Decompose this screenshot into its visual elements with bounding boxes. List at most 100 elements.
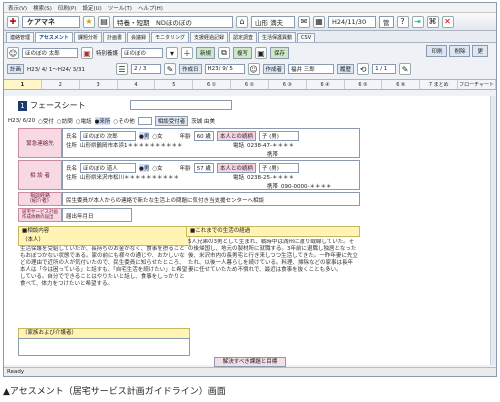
office-radio[interactable]: ●来所 [94,117,111,125]
consultant-male[interactable]: ●男 [139,164,150,172]
phone-radio-label: 電話 [80,119,92,125]
consultant-tel-label: 電話 [233,175,245,181]
emergency-age-label: 年齢 [179,134,191,140]
visit-radio[interactable]: ○訪問 [57,117,73,125]
edit-icon[interactable]: ✎ [164,63,177,75]
sheet-tab-6-3[interactable]: 6 ③ [269,80,307,89]
tab-meeting[interactable]: 会議録 [126,32,150,42]
consult-text[interactable]: 生活保護を受給していたが、長持ちのお金がなく、食事を摂ることもおぼつかない状態で… [20,246,190,324]
star-icon[interactable]: ★ [83,15,95,28]
list-icon[interactable]: ☰ [116,63,129,75]
vertical-scrollbar[interactable] [490,96,496,365]
home-icon[interactable]: ⌂ [236,15,248,28]
other-input[interactable] [137,117,152,125]
emergency-male[interactable]: ●男 [139,132,150,140]
sheet-tab-6-4[interactable]: 6 ④ [307,80,345,89]
envelope-icon[interactable]: ✉ [298,15,310,28]
title-field[interactable] [130,100,232,110]
dropdown-icon[interactable]: ▾ [166,47,179,59]
delete-button[interactable]: 削除 [449,45,471,57]
copy-icon[interactable]: ⧉ [218,47,231,59]
print-button[interactable]: 印刷 [426,45,448,57]
route-field[interactable]: 民生委員が本人からの連絡で新たな生活上の問題に気付き当支援センターへ相談 [62,192,360,206]
phone-radio[interactable]: ○電話 [76,117,92,125]
emergency-rel[interactable]: 子 (男) [258,131,299,141]
save-button[interactable]: 保存 [270,47,290,59]
facility-select[interactable]: ほのぼの [121,48,164,58]
sheet-tab-3[interactable]: 3 [80,80,118,89]
tab-assessment[interactable]: アセスメント [35,32,73,42]
tab-support-record[interactable]: 支援経過記録 [189,32,228,42]
sheet-tab-6-2[interactable]: 6 ② [231,80,269,89]
consultant-age[interactable]: 57 歳 [193,163,214,173]
emergency-tel[interactable]: 0238-47-＊＊＊＊ [247,141,294,149]
document-icon[interactable]: ▤ [98,15,110,28]
history-icon[interactable]: ⟲ [357,63,370,75]
receipt-radio[interactable]: ○受付 [38,117,54,125]
sheet-tab-5[interactable]: 5 [155,80,194,89]
consult-name: 茨城 由美 [191,119,215,125]
author-name[interactable]: 福井 三郎 [288,64,335,74]
consultant-rel[interactable]: 子 (男) [258,163,299,173]
emergency-name[interactable]: ほのぼの 次郎 [80,131,137,141]
menu-tools[interactable]: ツール(T) [108,4,132,12]
door-icon[interactable]: ⇥ [411,15,424,28]
function-tabs: 連絡管理 アセスメント 課題分析 計画書 会議録 モニタリング 支援経過記録 認… [4,31,496,43]
tab-welfare[interactable]: 生活保護異動 [258,32,297,42]
close-icon[interactable]: ✕ [441,15,454,28]
request-date-field[interactable]: 届出年月日 [62,208,132,222]
sheet-tab-summary[interactable]: 7 まとめ [420,80,459,89]
menu-print[interactable]: 印刷(P) [58,4,77,12]
question-icon[interactable]: ? [396,15,409,28]
other-radio[interactable]: ○その他 [113,117,134,125]
emergency-female-label: 女 [157,134,163,140]
tab-plan[interactable]: 計画書 [102,32,126,42]
menu-search[interactable]: 検索(S) [33,4,52,12]
copy-button[interactable]: 複写 [233,47,253,59]
tab-csv[interactable]: CSV [297,33,316,42]
figure-caption: ▲アセスメント（居宅サービス計画ガイドライン）画面 [3,387,226,397]
update-button[interactable]: 更 [472,45,488,57]
tab-analysis[interactable]: 課題分析 [73,32,102,42]
emergency-age[interactable]: 60 歳 [193,131,214,141]
emergency-addr[interactable]: 山形県鶴岡市本浜1＊＊＊＊＊＊＊＊＊＊ [80,141,230,149]
person-icon[interactable]: ☺ [7,47,19,59]
plus-icon[interactable]: ＋ [181,47,194,59]
sheet-tab-6-6[interactable]: 6 ⑥ [382,80,421,89]
notebook-icon[interactable]: ▦ [313,15,325,28]
created-date[interactable]: H23/ 9/ 5 [204,64,245,74]
emergency-rel-label: 本人との続柄 [216,131,256,141]
sheet-tab-6-1[interactable]: 6 ① [193,80,232,89]
menu-settings[interactable]: 設定(U) [82,4,101,12]
sheet-tab-2[interactable]: 2 [42,80,80,89]
history-text[interactable]: 5人兄弟の3男として生まれ、戦時中は満州に渡り戦線していた。その後帰国し、地元の… [188,239,358,355]
sheet-tab-4[interactable]: 4 [118,80,156,89]
tab-contact[interactable]: 連絡管理 [6,32,35,42]
consultant-addr[interactable]: 山形県米沢市松川＊＊＊＊＊＊＊＊＊＊ [80,173,230,181]
pencil-icon[interactable]: ✎ [399,63,412,75]
save-icon[interactable]: ▣ [255,47,268,59]
consultant-tel[interactable]: 0238-25-＊＊＊＊ [247,173,294,181]
tab-certification[interactable]: 認定調査 [229,32,258,42]
author-label: 作成者 [262,64,286,74]
consultant-mobile[interactable]: 090-0000-＊＊＊＊ [281,182,331,190]
cross-icon[interactable]: ✚ [7,15,19,28]
issues-goals-button[interactable]: 解決すべき課題と目標 [213,357,287,367]
menu-help[interactable]: ヘルプ(H) [138,4,163,12]
consultant-female[interactable]: ○女 [152,164,162,172]
sheet-tab-6-5[interactable]: 6 ⑤ [345,80,383,89]
sheet-tab-flowchart[interactable]: フローチャート [458,80,496,89]
consultant-mobile-label: 携帯 [267,184,279,190]
facility-icon: ▣ [81,47,93,59]
sheet-content: 1 フェースシート H23/ 6/20 ○受付 ○訪問 ○電話 ●来所 ○その他… [4,96,496,365]
tab-monitoring[interactable]: モニタリング [150,32,189,42]
author-icon[interactable]: ☺ [247,63,260,75]
family-field[interactable] [18,338,190,356]
sheet-tab-1[interactable]: 1 [4,80,42,89]
consultant-name[interactable]: ほのぼの 道人 [80,163,137,173]
new-button[interactable]: 新規 [196,47,216,59]
network-icon[interactable]: ⌘ [426,15,439,28]
history-label: 履歴 [337,64,355,74]
emergency-female[interactable]: ○女 [152,132,162,140]
menu-view[interactable]: 表示(V) [8,4,27,12]
